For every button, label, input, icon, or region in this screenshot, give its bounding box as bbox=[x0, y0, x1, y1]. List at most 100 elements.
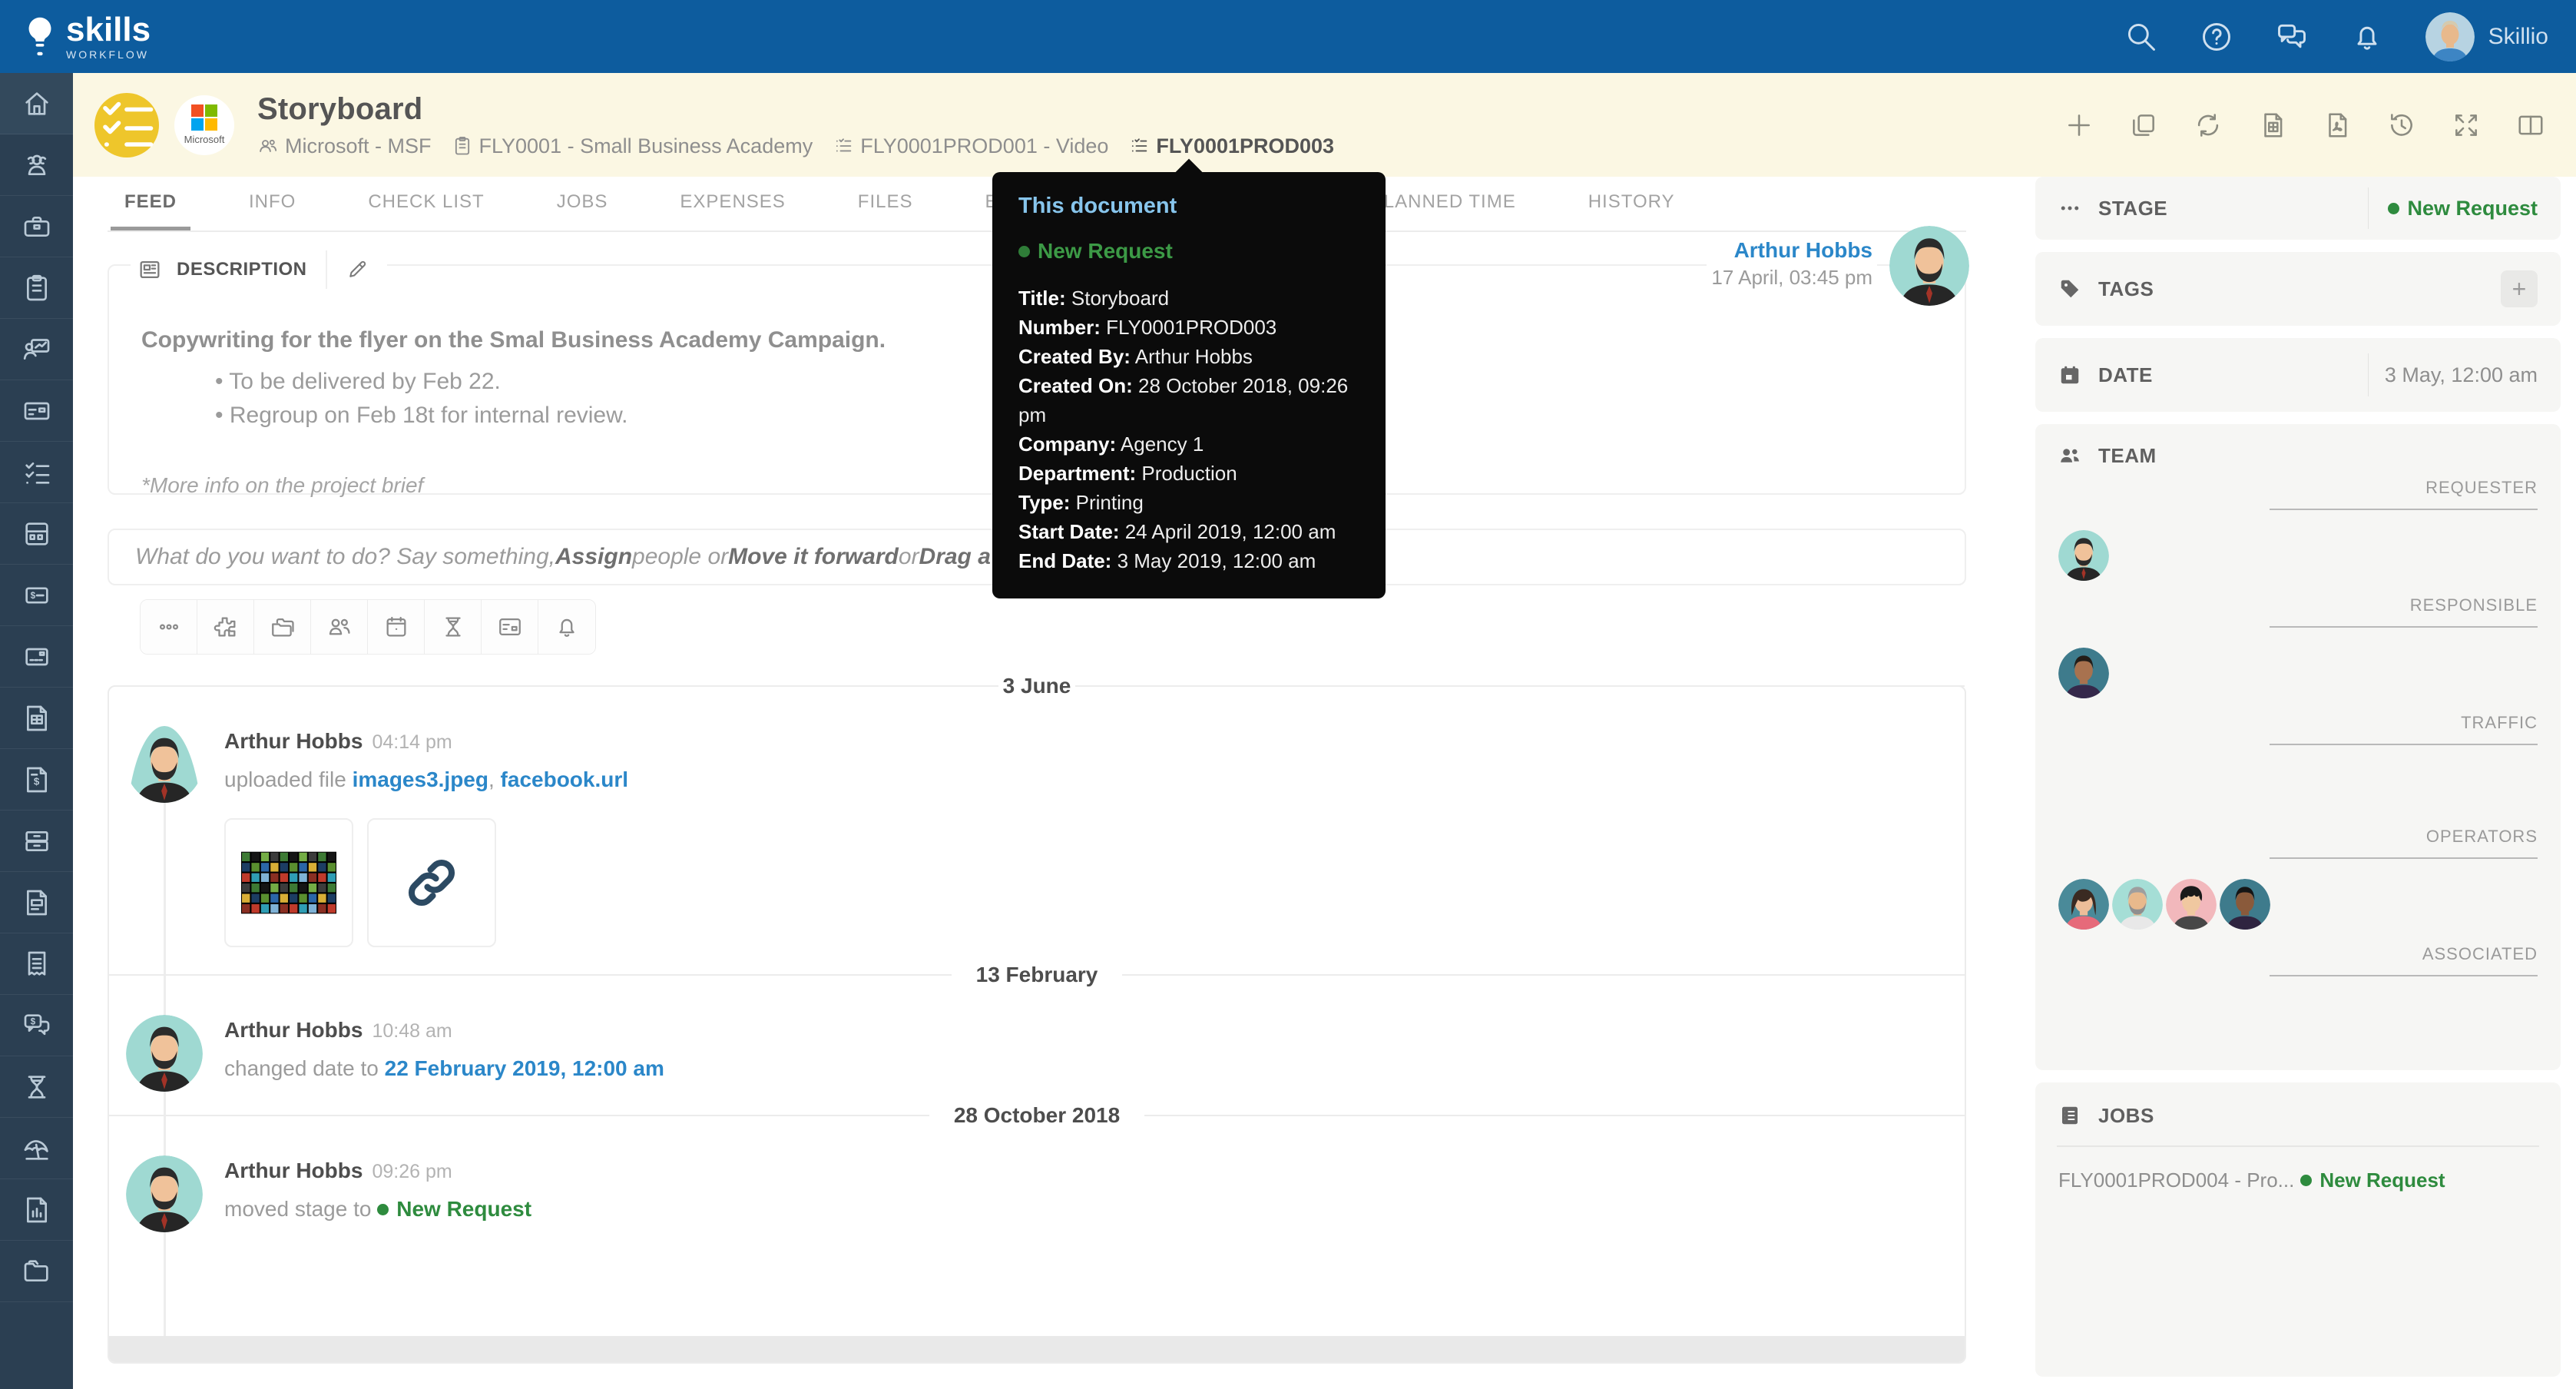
sidebar-item-users[interactable] bbox=[0, 134, 73, 196]
team-icon bbox=[2058, 444, 2081, 467]
sidebar-item-folder[interactable] bbox=[0, 1241, 73, 1302]
team-member-avatar[interactable] bbox=[2166, 879, 2217, 933]
team-member-avatar[interactable] bbox=[2220, 879, 2270, 933]
tab-jobs[interactable]: JOBS bbox=[543, 177, 622, 230]
breadcrumb-item-3[interactable]: FLY0001PROD001 - Video bbox=[833, 134, 1108, 158]
sidebar-item-receipt[interactable] bbox=[0, 933, 73, 995]
tab-info[interactable]: INFO bbox=[235, 177, 310, 230]
sidebar-item-drawer[interactable] bbox=[0, 811, 73, 872]
sidebar-item-moneycheck[interactable]: $ bbox=[0, 565, 73, 626]
left-sidebar: $ $ $ bbox=[0, 73, 73, 1389]
page-title: Storyboard bbox=[257, 92, 1334, 127]
document-type-badge[interactable] bbox=[94, 93, 159, 157]
edit-description-icon[interactable] bbox=[346, 258, 369, 281]
feed-author[interactable]: Arthur Hobbs bbox=[224, 729, 363, 753]
job-item[interactable]: FLY0001PROD004 - Pro...New Request bbox=[2058, 1169, 2538, 1192]
breadcrumb-item-1[interactable]: Microsoft - MSF bbox=[257, 134, 432, 158]
tab-history[interactable]: HISTORY bbox=[1574, 177, 1689, 230]
feed-time: 04:14 pm bbox=[372, 731, 452, 753]
sidebar-item-checklist[interactable] bbox=[0, 442, 73, 503]
presentation-icon bbox=[22, 334, 52, 365]
app-logo[interactable]: skills WORKFLOW bbox=[23, 13, 151, 60]
export-excel-button[interactable] bbox=[2258, 111, 2287, 140]
split-view-button[interactable] bbox=[2516, 111, 2545, 140]
chat-icon[interactable] bbox=[2275, 20, 2309, 54]
add-button[interactable] bbox=[2064, 111, 2094, 140]
more-icon bbox=[156, 614, 182, 640]
sidebar-item-cheque[interactable] bbox=[0, 380, 73, 442]
attachment-image-thumbnail[interactable] bbox=[224, 818, 353, 947]
feed-date-separator: 28 October 2018 bbox=[109, 1103, 1965, 1128]
svg-text:$: $ bbox=[33, 775, 39, 787]
fullscreen-button[interactable] bbox=[2452, 111, 2481, 140]
history-button[interactable] bbox=[2387, 111, 2416, 140]
feed-author[interactable]: Arthur Hobbs bbox=[224, 1159, 363, 1182]
team-member-avatar[interactable] bbox=[2112, 879, 2163, 933]
feed-footer-bar bbox=[109, 1336, 1965, 1362]
export-pdf-button[interactable] bbox=[2323, 111, 2352, 140]
folder-icon bbox=[22, 1256, 52, 1287]
sidebar-item-chartdoc[interactable] bbox=[0, 1179, 73, 1241]
notifications-bell-icon[interactable] bbox=[2350, 20, 2384, 54]
feed-avatar[interactable] bbox=[126, 1155, 203, 1236]
duplicate-button[interactable] bbox=[2129, 111, 2158, 140]
sidebar-item-invoicedoc[interactable] bbox=[0, 688, 73, 749]
help-icon[interactable] bbox=[2200, 20, 2233, 54]
right-panel: STAGE New Request TAGS + DATE bbox=[2016, 177, 2576, 1389]
tab-check-list[interactable]: CHECK LIST bbox=[354, 177, 498, 230]
author-link[interactable]: Arthur Hobbs bbox=[1711, 238, 1872, 263]
drawer-icon bbox=[22, 826, 52, 857]
sidebar-item-home[interactable] bbox=[0, 73, 73, 134]
feed-link[interactable]: 22 February 2019, 12:00 am bbox=[385, 1056, 664, 1080]
tab-expenses[interactable]: EXPENSES bbox=[666, 177, 799, 230]
feed-avatar[interactable] bbox=[126, 726, 203, 955]
set-date-button[interactable] bbox=[368, 600, 425, 654]
author-avatar[interactable] bbox=[1889, 226, 1969, 306]
tab-files[interactable]: FILES bbox=[844, 177, 927, 230]
feed-status[interactable]: New Request bbox=[377, 1197, 531, 1221]
sidebar-item-umbrella[interactable] bbox=[0, 1118, 73, 1179]
tab-feed[interactable]: FEED bbox=[111, 177, 190, 230]
sidebar-item-keycard[interactable] bbox=[0, 626, 73, 688]
tooltip-field: Title: Storyboard bbox=[1018, 283, 1359, 313]
sidebar-item-moneydoc[interactable]: $ bbox=[0, 749, 73, 811]
date-value[interactable]: 3 May, 12:00 am bbox=[2385, 363, 2538, 387]
feed-time: 09:26 pm bbox=[372, 1161, 452, 1182]
stage-section: STAGE New Request bbox=[2035, 177, 2561, 240]
more-actions-button[interactable] bbox=[141, 600, 197, 654]
breadcrumb-item-2[interactable]: FLY0001 - Small Business Academy bbox=[452, 134, 813, 158]
feed-link[interactable]: facebook.url bbox=[501, 767, 628, 791]
add-tag-button[interactable]: + bbox=[2501, 270, 2538, 307]
add-task-button[interactable] bbox=[197, 600, 254, 654]
tag-icon bbox=[2058, 277, 2081, 300]
add-card-button[interactable] bbox=[482, 600, 538, 654]
log-time-button[interactable] bbox=[425, 600, 482, 654]
assign-people-button[interactable] bbox=[311, 600, 368, 654]
sidebar-item-briefcase[interactable] bbox=[0, 196, 73, 257]
sidebar-item-clipboard[interactable] bbox=[0, 257, 73, 319]
attach-files-button[interactable] bbox=[254, 600, 311, 654]
feed-avatar[interactable] bbox=[126, 1015, 203, 1096]
sidebar-item-hourglass[interactable] bbox=[0, 1056, 73, 1118]
sidebar-item-document[interactable] bbox=[0, 872, 73, 933]
sidebar-item-calculator[interactable] bbox=[0, 503, 73, 565]
sidebar-item-chatmoney[interactable]: $ bbox=[0, 995, 73, 1056]
client-logo: Microsoft bbox=[174, 95, 234, 155]
search-icon[interactable] bbox=[2124, 20, 2158, 54]
feed-author[interactable]: Arthur Hobbs bbox=[224, 1018, 363, 1042]
jobs-section: JOBS FLY0001PROD004 - Pro...New Request bbox=[2035, 1082, 2561, 1377]
tags-label: TAGS bbox=[2098, 277, 2154, 301]
breadcrumb-item-4[interactable]: FLY0001PROD003 bbox=[1128, 134, 1334, 158]
feed-item: Arthur Hobbs04:14 pm uploaded file image… bbox=[109, 698, 1965, 963]
attachment-link-tile[interactable] bbox=[367, 818, 496, 947]
user-menu[interactable]: Skillio bbox=[2425, 12, 2548, 61]
user-avatar[interactable] bbox=[2425, 12, 2475, 61]
set-reminder-button[interactable] bbox=[538, 600, 595, 654]
team-member-avatar[interactable] bbox=[2058, 648, 2109, 702]
team-member-avatar[interactable] bbox=[2058, 530, 2109, 585]
sidebar-item-presentation[interactable] bbox=[0, 319, 73, 380]
refresh-button[interactable] bbox=[2194, 111, 2223, 140]
feed-link[interactable]: images3.jpeg bbox=[353, 767, 488, 791]
stage-value[interactable]: New Request bbox=[2388, 197, 2538, 220]
team-member-avatar[interactable] bbox=[2058, 879, 2109, 933]
